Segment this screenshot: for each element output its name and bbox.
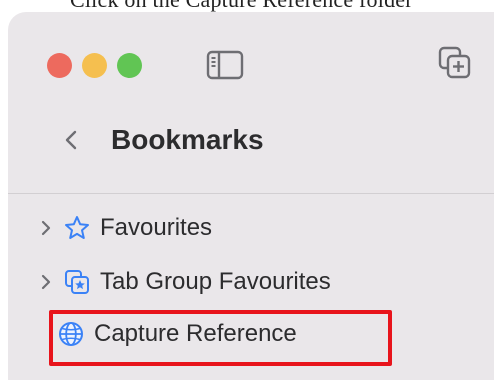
bookmark-folder-tab-group-favourites[interactable]: Tab Group Favourites — [40, 262, 331, 302]
bookmark-label: Tab Group Favourites — [100, 268, 331, 295]
bookmark-label: Favourites — [100, 214, 213, 241]
disclosure-chevron-icon[interactable] — [40, 220, 54, 236]
minimize-window-button[interactable] — [82, 53, 107, 78]
sidebar-icon — [206, 50, 244, 80]
tab-group-add-icon — [438, 46, 471, 79]
zoom-window-button[interactable] — [117, 53, 142, 78]
disclosure-chevron-icon[interactable] — [40, 274, 54, 290]
back-button[interactable] — [56, 122, 86, 158]
caption-strip: Click on the Capture Reference folder — [0, 0, 494, 12]
highlight-annotation — [49, 310, 392, 366]
close-window-button[interactable] — [47, 53, 72, 78]
bookmark-folder-favourites[interactable]: Favourites — [40, 208, 212, 248]
tab-group-star-icon — [64, 269, 90, 295]
new-tab-group-button[interactable] — [438, 46, 472, 85]
instruction-caption: Click on the Capture Reference folder — [70, 0, 413, 12]
divider — [8, 193, 494, 194]
page-title: Bookmarks — [111, 124, 264, 155]
sidebar-toggle-button[interactable] — [206, 50, 244, 85]
chevron-left-icon — [65, 130, 77, 150]
star-icon — [64, 215, 90, 241]
